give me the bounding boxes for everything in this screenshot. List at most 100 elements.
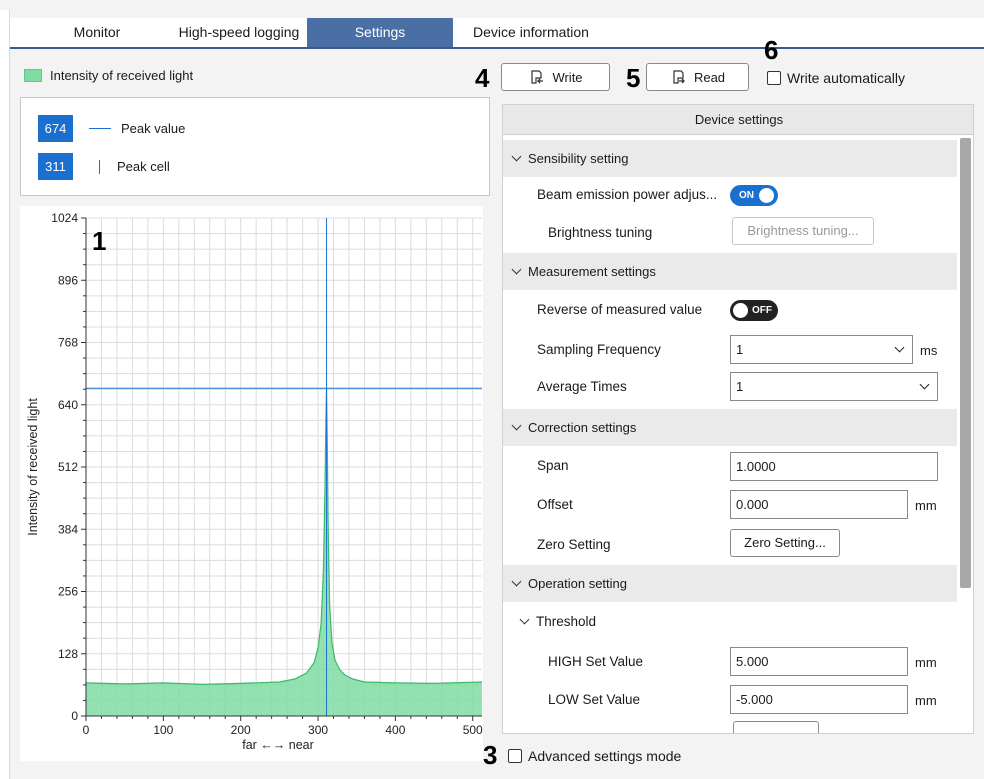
x-tick-label: 200 — [231, 723, 251, 737]
callout-4: 4 — [475, 63, 490, 93]
peak-info-box: 674 Peak value 311 Peak cell — [20, 97, 490, 196]
threshold-header[interactable]: Threshold — [519, 614, 596, 629]
reverse-measured-label: Reverse of measured value — [537, 302, 703, 317]
low-set-value-unit: mm — [915, 693, 937, 708]
section-sensibility-setting[interactable]: Sensibility setting — [503, 140, 957, 177]
scrollbar-thumb[interactable] — [960, 138, 971, 588]
tab-bar: Monitor High-speed logging Settings Devi… — [10, 18, 984, 49]
y-tick-label: 256 — [58, 585, 78, 599]
y-tick-label: 512 — [58, 460, 78, 474]
write-label: Write — [552, 69, 583, 85]
x-tick-label: 0 — [83, 723, 90, 737]
zero-setting-button[interactable]: Zero Setting... — [730, 529, 840, 557]
reverse-measured-toggle[interactable]: OFF — [730, 300, 778, 321]
partial-hidden-button[interactable] — [733, 721, 819, 733]
threshold-title: Threshold — [536, 614, 597, 629]
x-axis-label: far ←→ near — [242, 738, 314, 752]
peak-value-label: Peak value — [121, 121, 186, 136]
span-input[interactable]: 1.0000 — [730, 452, 938, 481]
peak-cell-label: Peak cell — [117, 159, 170, 174]
chevron-down-icon — [511, 264, 522, 275]
sampling-frequency-label: Sampling Frequency — [537, 342, 661, 357]
y-tick-label: 1024 — [51, 211, 78, 225]
read-device-icon — [673, 70, 685, 84]
offset-input[interactable]: 0.000 — [730, 490, 908, 519]
tab-device-information[interactable]: Device information — [453, 18, 609, 47]
y-axis-label: Intensity of received light — [26, 398, 40, 536]
y-tick-label: 896 — [58, 273, 78, 287]
section-operation-title: Operation setting — [528, 576, 628, 591]
callout-6: 6 — [764, 35, 779, 65]
low-set-value-label: LOW Set Value — [548, 692, 641, 707]
read-label: Read — [693, 69, 726, 85]
section-correction-settings[interactable]: Correction settings — [503, 409, 957, 446]
x-tick-label: 300 — [308, 723, 328, 737]
average-times-value: 1 — [736, 379, 744, 394]
write-automatically-checkbox[interactable]: Write automatically — [767, 70, 905, 86]
peak-value-row: 674 Peak value — [38, 115, 185, 142]
offset-label: Offset — [537, 497, 573, 512]
chevron-down-icon — [894, 342, 905, 353]
x-tick-label: 400 — [385, 723, 405, 737]
peak-value-badge: 674 — [38, 115, 73, 142]
average-times-label: Average Times — [537, 379, 627, 394]
y-tick-label: 128 — [58, 647, 78, 661]
high-set-value-input[interactable]: 5.000 — [730, 647, 908, 676]
peak-value-line-icon — [89, 128, 111, 129]
section-sensibility-title: Sensibility setting — [528, 151, 629, 166]
advanced-settings-checkbox[interactable]: Advanced settings mode — [508, 748, 681, 764]
chart-legend: Intensity of received light — [24, 66, 193, 84]
y-tick-label: 0 — [71, 709, 78, 723]
zero-setting-label: Zero Setting — [537, 537, 611, 552]
legend-swatch — [24, 68, 42, 82]
x-tick-label: 100 — [153, 723, 173, 737]
write-automatically-box[interactable] — [767, 71, 781, 85]
y-tick-label: 768 — [58, 336, 78, 350]
series-area — [86, 388, 482, 716]
callout-5: 5 — [626, 63, 641, 93]
x-tick-label: 500 — [463, 723, 483, 737]
tab-settings[interactable]: Settings — [307, 18, 453, 47]
sampling-frequency-value: 1 — [736, 342, 744, 357]
write-device-icon — [531, 70, 544, 84]
app-window: Monitor High-speed logging Settings Devi… — [0, 0, 984, 779]
write-automatically-label: Write automatically — [787, 70, 906, 86]
sampling-frequency-select[interactable]: 1 — [730, 335, 913, 364]
received-light-chart: 0 128 256 384 512 640 768 896 1024 0 100 200 300 400 5… — [26, 211, 483, 752]
advanced-settings-label: Advanced settings mode — [528, 748, 682, 764]
tab-monitor[interactable]: Monitor — [22, 18, 172, 47]
chevron-down-icon — [511, 420, 522, 431]
y-tick-label: 384 — [58, 522, 78, 536]
toggle-knob — [733, 303, 748, 318]
advanced-settings-box[interactable] — [508, 749, 522, 763]
section-operation-setting[interactable]: Operation setting — [503, 565, 957, 602]
callout-1: 1 — [92, 226, 107, 256]
device-settings-title: Device settings — [503, 105, 973, 135]
chevron-down-icon — [511, 151, 522, 162]
section-measurement-settings[interactable]: Measurement settings — [503, 253, 957, 290]
beam-emission-toggle[interactable]: ON — [730, 185, 778, 206]
offset-unit: mm — [915, 498, 937, 513]
tab-high-speed-logging[interactable]: High-speed logging — [172, 18, 306, 47]
window-edge — [0, 10, 10, 779]
section-measurement-title: Measurement settings — [528, 264, 656, 279]
legend-label: Intensity of received light — [50, 67, 194, 83]
span-label: Span — [537, 458, 569, 473]
peak-cell-line-icon — [99, 159, 100, 174]
peak-cell-badge: 311 — [38, 153, 73, 180]
read-button[interactable]: Read — [646, 63, 749, 91]
chevron-down-icon — [519, 614, 530, 625]
low-set-value-input[interactable]: -5.000 — [730, 685, 908, 714]
average-times-select[interactable]: 1 — [730, 372, 938, 401]
write-button[interactable]: Write — [501, 63, 610, 91]
chevron-down-icon — [511, 576, 522, 587]
high-set-value-unit: mm — [915, 655, 937, 670]
high-set-value-label: HIGH Set Value — [548, 654, 644, 669]
reverse-measured-toggle-text: OFF — [752, 305, 772, 316]
brightness-tuning-button[interactable]: Brightness tuning... — [732, 217, 874, 245]
sampling-frequency-unit: ms — [920, 343, 938, 358]
beam-emission-toggle-text: ON — [739, 190, 754, 201]
chevron-down-icon — [919, 379, 930, 390]
toggle-knob — [759, 188, 774, 203]
peak-cell-row: 311 Peak cell — [38, 153, 170, 180]
